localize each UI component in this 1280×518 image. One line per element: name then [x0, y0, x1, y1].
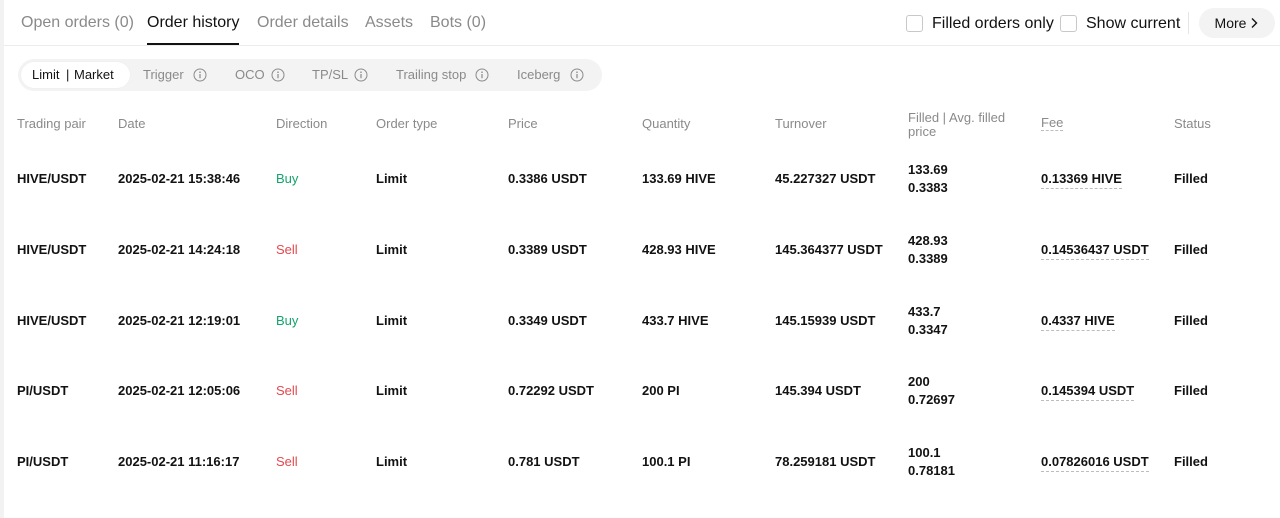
- cell-price: 0.3386 USDT: [508, 171, 587, 186]
- cell-order-type: Limit: [376, 383, 408, 398]
- col-trading-pair: Trading pair: [17, 116, 86, 131]
- cell-avg-price: 0.3347: [908, 322, 948, 337]
- cell-quantity: 200 PI: [642, 383, 680, 398]
- filter-trailing-stop[interactable]: Trailing stop: [396, 67, 466, 82]
- cell-price: 0.781 USDT: [508, 454, 580, 469]
- cell-status: Filled: [1174, 383, 1208, 398]
- cell-pair: PI/USDT: [17, 383, 69, 398]
- tab-open-orders[interactable]: Open orders (0): [21, 14, 134, 32]
- cell-date: 2025-02-21 15:38:46: [118, 171, 241, 186]
- cell-fee[interactable]: 0.14536437 USDT: [1041, 242, 1149, 260]
- info-icon[interactable]: [570, 68, 584, 82]
- cell-fee[interactable]: 0.07826016 USDT: [1041, 454, 1149, 472]
- col-price: Price: [508, 116, 538, 131]
- filter-limit[interactable]: Limit: [32, 67, 59, 82]
- cell-fee[interactable]: 0.145394 USDT: [1041, 383, 1135, 401]
- cell-status: Filled: [1174, 454, 1208, 469]
- cell-date: 2025-02-21 12:05:06: [118, 383, 241, 398]
- filter-trigger[interactable]: Trigger: [143, 67, 184, 82]
- show-current-checkbox[interactable]: [1060, 15, 1077, 32]
- cell-quantity: 133.69 HIVE: [642, 171, 716, 186]
- col-status: Status: [1174, 116, 1211, 131]
- cell-status: Filled: [1174, 171, 1208, 186]
- cell-direction: Sell: [276, 454, 298, 469]
- filled-orders-only-checkbox[interactable]: [906, 15, 923, 32]
- cell-avg-price: 0.3383: [908, 180, 948, 195]
- cell-avg-price: 0.3389: [908, 251, 948, 266]
- cell-order-type: Limit: [376, 242, 408, 257]
- cell-turnover: 45.227327 USDT: [775, 171, 876, 186]
- cell-pair: HIVE/USDT: [17, 171, 87, 186]
- col-filled-avg-line2: price: [908, 124, 937, 139]
- cell-avg-price: 0.72697: [908, 392, 955, 407]
- top-tab-bar: Open orders (0) Order history Order deta…: [4, 0, 1280, 46]
- chevron-right-icon: [1251, 18, 1258, 28]
- cell-price: 0.72292 USDT: [508, 383, 594, 398]
- more-button[interactable]: More: [1199, 8, 1275, 38]
- cell-pair: HIVE/USDT: [17, 242, 87, 257]
- more-button-label: More: [1214, 15, 1247, 31]
- cell-date: 2025-02-21 14:24:18: [118, 242, 241, 257]
- cell-date: 2025-02-21 11:16:17: [118, 454, 240, 469]
- filter-iceberg[interactable]: Iceberg: [517, 67, 560, 82]
- order-type-filter: Limit | Market Trigger OCO TP/SL Trailin…: [18, 59, 602, 91]
- cell-direction: Sell: [276, 383, 298, 398]
- filter-oco[interactable]: OCO: [235, 67, 265, 82]
- filter-tpsl[interactable]: TP/SL: [312, 67, 348, 82]
- col-quantity: Quantity: [642, 116, 691, 131]
- order-history-panel: Open orders (0) Order history Order deta…: [4, 0, 1280, 518]
- col-fee[interactable]: Fee: [1041, 116, 1064, 131]
- cell-turnover: 78.259181 USDT: [775, 454, 876, 469]
- cell-pair: HIVE/USDT: [17, 313, 87, 328]
- tab-bots[interactable]: Bots (0): [430, 14, 486, 32]
- cell-quantity: 100.1 PI: [642, 454, 691, 469]
- cell-price: 0.3349 USDT: [508, 313, 587, 328]
- col-order-type: Order type: [376, 116, 438, 131]
- cell-avg-price: 0.78181: [908, 463, 955, 478]
- info-icon[interactable]: [354, 68, 368, 82]
- cell-filled: 100.1: [908, 445, 941, 460]
- cell-direction: Buy: [276, 313, 299, 328]
- cell-direction: Buy: [276, 171, 299, 186]
- show-current-label[interactable]: Show current: [1086, 15, 1180, 33]
- cell-status: Filled: [1174, 242, 1208, 257]
- cell-filled: 133.69: [908, 162, 948, 177]
- cell-fee[interactable]: 0.4337 HIVE: [1041, 313, 1115, 331]
- cell-price: 0.3389 USDT: [508, 242, 587, 257]
- filter-separator: |: [66, 67, 70, 82]
- info-icon[interactable]: [193, 68, 207, 82]
- cell-direction: Sell: [276, 242, 298, 257]
- tab-order-details[interactable]: Order details: [257, 14, 349, 32]
- cell-date: 2025-02-21 12:19:01: [118, 313, 241, 328]
- cell-turnover: 145.15939 USDT: [775, 313, 876, 328]
- cell-fee[interactable]: 0.13369 HIVE: [1041, 171, 1122, 189]
- cell-order-type: Limit: [376, 313, 408, 328]
- cell-quantity: 428.93 HIVE: [642, 242, 716, 257]
- filter-market[interactable]: Market: [74, 67, 114, 82]
- info-icon[interactable]: [475, 68, 489, 82]
- active-tab-indicator: [147, 43, 239, 45]
- cell-status: Filled: [1174, 313, 1208, 328]
- col-direction: Direction: [276, 116, 328, 131]
- col-date: Date: [118, 116, 146, 131]
- cell-quantity: 433.7 HIVE: [642, 313, 709, 328]
- col-filled-avg-line1: Filled | Avg. filled: [908, 110, 1006, 125]
- cell-turnover: 145.364377 USDT: [775, 242, 883, 257]
- cell-order-type: Limit: [376, 171, 408, 186]
- col-turnover: Turnover: [775, 116, 827, 131]
- tab-order-history[interactable]: Order history: [147, 14, 239, 32]
- cell-pair: PI/USDT: [17, 454, 69, 469]
- cell-filled: 428.93: [908, 233, 948, 248]
- cell-order-type: Limit: [376, 454, 408, 469]
- tab-assets[interactable]: Assets: [365, 14, 413, 32]
- cell-filled: 433.7: [908, 304, 941, 319]
- divider: [1188, 12, 1189, 34]
- info-icon[interactable]: [271, 68, 285, 82]
- cell-filled: 200: [908, 374, 930, 389]
- filled-orders-only-label[interactable]: Filled orders only: [932, 15, 1054, 33]
- cell-turnover: 145.394 USDT: [775, 383, 861, 398]
